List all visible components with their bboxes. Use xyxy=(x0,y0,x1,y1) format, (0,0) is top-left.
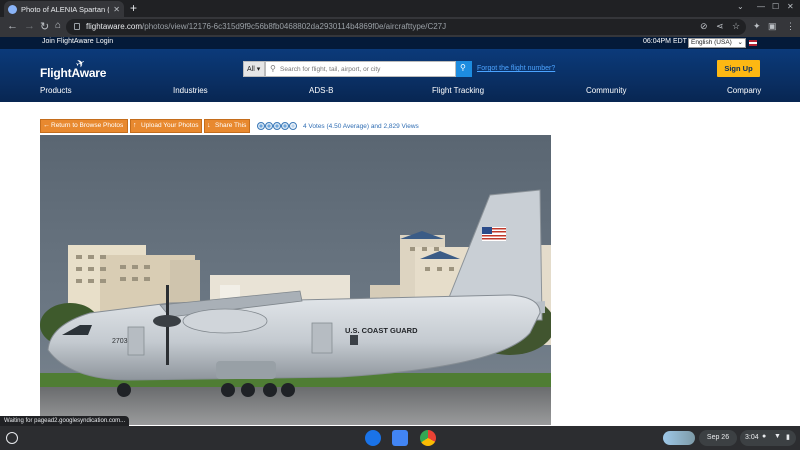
files-app-icon[interactable] xyxy=(365,430,381,446)
eye-off-icon[interactable]: ⊘ xyxy=(700,21,708,32)
nav-company[interactable]: Company xyxy=(727,86,761,95)
rating-star-icon[interactable] xyxy=(281,122,289,130)
rating-stars[interactable] xyxy=(257,122,297,130)
search-field[interactable]: ⚲ xyxy=(265,61,456,77)
rating-star-half-icon[interactable] xyxy=(289,122,297,130)
nav-ads-b[interactable]: ADS-B xyxy=(309,86,333,95)
flight-search: All ▾ ⚲ ⚲ xyxy=(243,61,472,77)
search-scope-select[interactable]: All ▾ xyxy=(243,61,265,77)
arrow-left-icon: ← xyxy=(43,122,50,129)
browser-tab-bar: Photo of ALENIA Spartan (2703) ✕ + ⌄ — ☐… xyxy=(0,0,800,17)
coast-guard-lettering: U.S. COAST GUARD xyxy=(345,326,418,335)
upload-photos-button[interactable]: ↑ Upload Your Photos xyxy=(130,119,202,133)
login-link[interactable]: Login xyxy=(96,38,113,45)
wifi-icon: ▼ xyxy=(774,433,781,440)
rating-star-icon[interactable] xyxy=(265,122,273,130)
launcher-icon[interactable] xyxy=(6,432,18,444)
clock-time: 3:04 xyxy=(745,434,759,441)
aircraft-photo-image: 2703 U.S. COAST GUARD xyxy=(40,135,551,425)
nav-industries[interactable]: Industries xyxy=(173,86,208,95)
notification-icon: ● xyxy=(762,433,767,440)
current-time: 06:04PM EDT xyxy=(643,38,687,45)
share-this-button[interactable]: ↓ Share This xyxy=(204,119,250,133)
arrow-down-icon: ↓ xyxy=(207,122,211,129)
url-text[interactable]: flightaware.com/photos/view/12176-6c315d… xyxy=(86,22,446,31)
site-header: FlightAware ✈ All ▾ ⚲ ⚲ Forgot the fligh… xyxy=(0,49,800,102)
chevron-down-icon: ⌄ xyxy=(737,39,743,46)
flightaware-favicon-icon xyxy=(8,4,17,14)
extensions-icon[interactable]: ✦ xyxy=(753,21,761,32)
date-indicator[interactable]: Sep 26 xyxy=(699,430,737,446)
utility-bar: Join FlightAware Login 06:04PM EDT Engli… xyxy=(0,37,800,49)
close-window-icon[interactable]: ✕ xyxy=(787,2,794,11)
side-panel-icon[interactable]: ▣ xyxy=(768,21,777,32)
system-tray[interactable]: 3:04 ● ▼ ▮ xyxy=(740,430,796,446)
battery-icon: ▮ xyxy=(786,434,790,441)
join-link[interactable]: Join FlightAware xyxy=(42,38,94,45)
docs-app-icon[interactable] xyxy=(392,430,408,446)
rating-star-icon[interactable] xyxy=(257,122,265,130)
nav-products[interactable]: Products xyxy=(40,86,72,95)
browser-toolbar: ← → ↻ ⌂ flightaware.com/photos/view/1217… xyxy=(0,17,800,37)
sign-up-button[interactable]: Sign Up xyxy=(717,60,760,77)
rating-star-icon[interactable] xyxy=(273,122,281,130)
language-select[interactable]: English (USA) ⌄ xyxy=(688,38,746,48)
chrome-app-icon[interactable] xyxy=(420,430,436,446)
screen-capture-thumbnail[interactable] xyxy=(663,431,695,445)
return-to-browse-button[interactable]: ← Return to Browse Photos xyxy=(40,119,128,133)
us-flag-icon xyxy=(749,40,757,46)
share-icon[interactable]: ⋖ xyxy=(716,21,724,32)
os-shelf: Sep 26 3:04 ● ▼ ▮ xyxy=(0,426,800,450)
aircraft-tail-number: 2703 xyxy=(112,338,128,345)
status-bubble: Waiting for pagead2.googlesyndication.co… xyxy=(0,416,130,426)
search-button[interactable]: ⚲ xyxy=(456,61,472,77)
aircraft-photo: 2703 U.S. COAST GUARD xyxy=(40,135,551,425)
bookmark-star-icon[interactable]: ☆ xyxy=(732,21,740,32)
tab-search-icon[interactable]: ⌄ xyxy=(737,2,744,11)
menu-icon[interactable]: ⋮ xyxy=(786,21,795,32)
nav-community[interactable]: Community xyxy=(586,86,626,95)
search-icon: ⚲ xyxy=(270,64,276,73)
lock-icon xyxy=(74,23,80,30)
maximize-icon[interactable]: ☐ xyxy=(772,2,779,11)
minimize-icon[interactable]: — xyxy=(757,2,765,11)
home-icon[interactable]: ⌂ xyxy=(55,20,61,31)
forgot-flight-number-link[interactable]: Forgot the flight number? xyxy=(477,65,555,72)
search-input[interactable] xyxy=(280,64,450,75)
flightaware-logo[interactable]: FlightAware xyxy=(40,66,106,80)
browser-tab[interactable]: Photo of ALENIA Spartan (2703) ✕ xyxy=(4,1,124,17)
nav-flight-tracking[interactable]: Flight Tracking xyxy=(432,86,484,95)
forward-icon[interactable]: → xyxy=(24,20,35,32)
address-bar[interactable]: flightaware.com/photos/view/12176-6c315d… xyxy=(66,19,746,35)
search-icon: ⚲ xyxy=(460,63,466,72)
back-icon[interactable]: ← xyxy=(7,20,18,32)
reload-icon[interactable]: ↻ xyxy=(40,20,49,33)
close-tab-icon[interactable]: ✕ xyxy=(113,5,120,14)
arrow-up-icon: ↑ xyxy=(133,122,137,129)
votes-and-views: 4 Votes (4.50 Average) and 2,829 Views xyxy=(303,123,419,130)
tab-title: Photo of ALENIA Spartan (2703) xyxy=(21,4,109,14)
new-tab-icon[interactable]: + xyxy=(130,1,137,15)
